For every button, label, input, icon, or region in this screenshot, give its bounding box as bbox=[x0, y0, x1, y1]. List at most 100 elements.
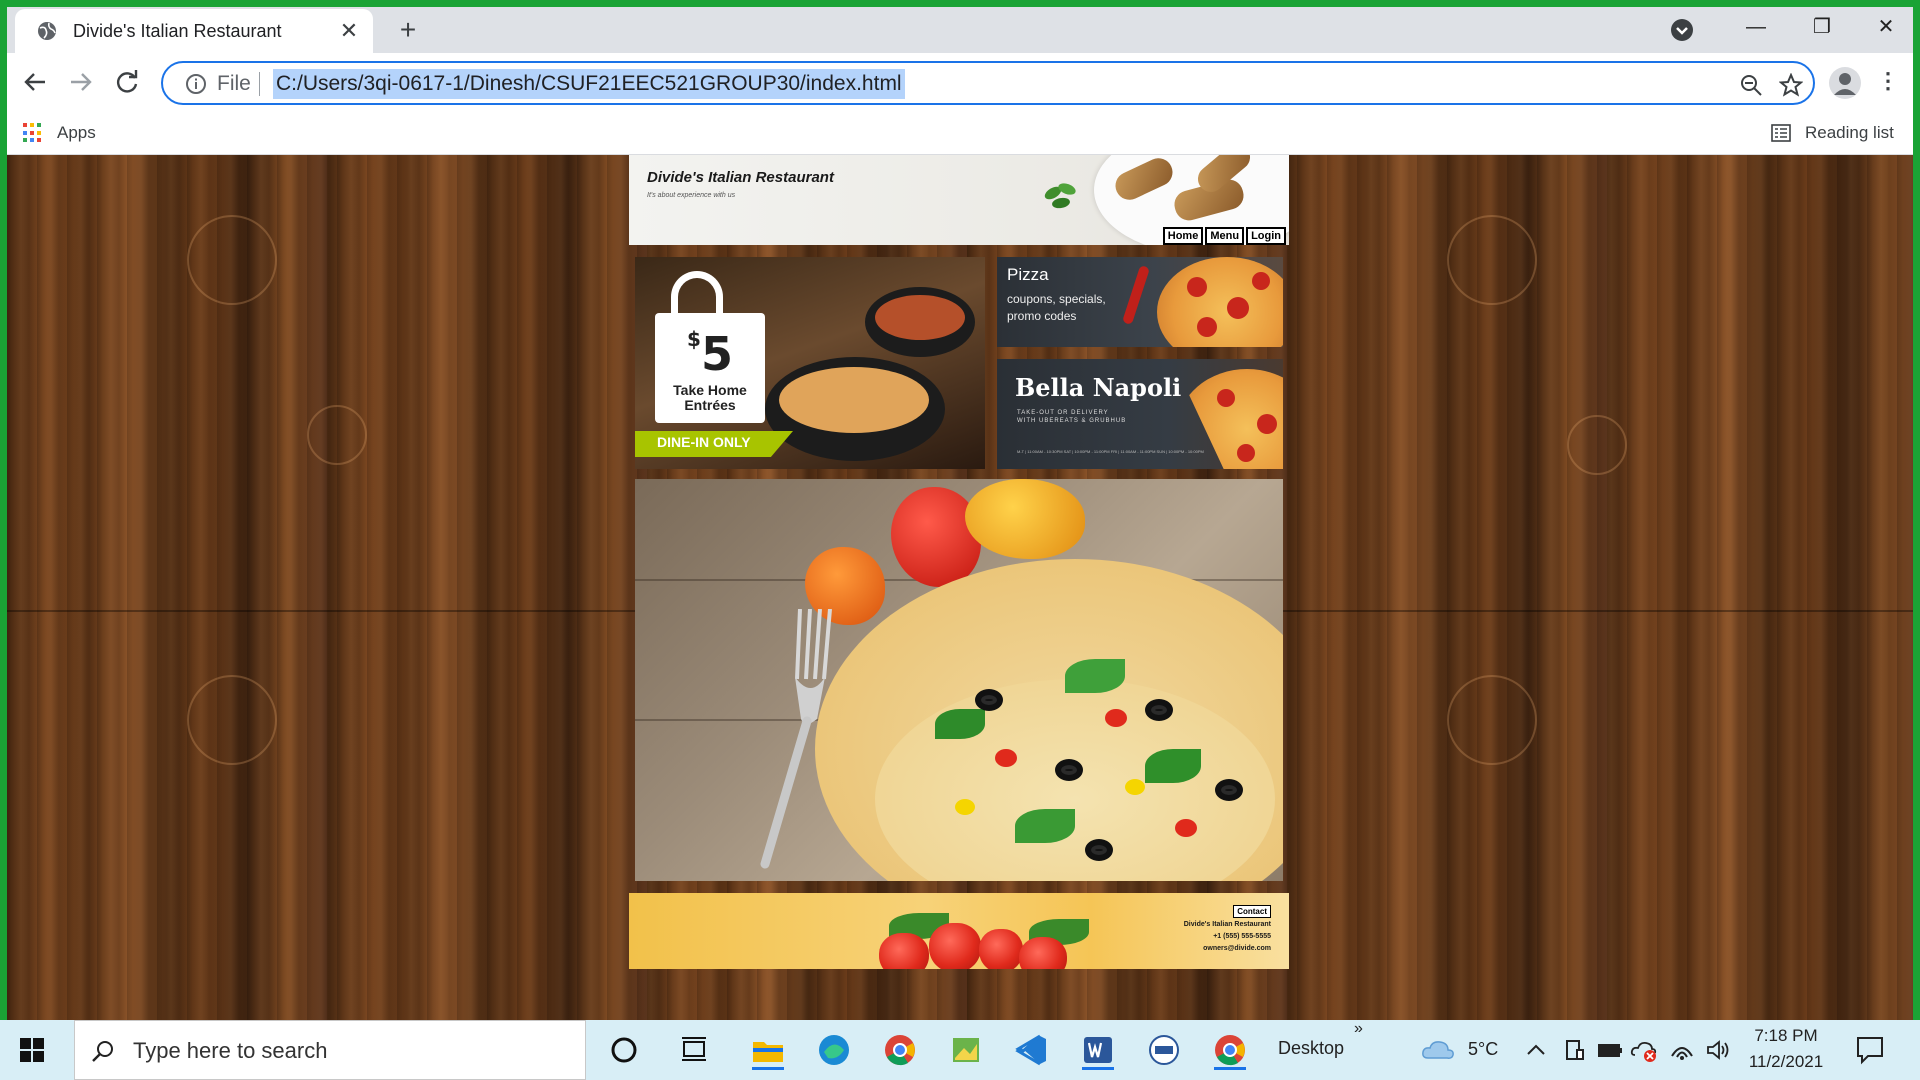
site-info-icon[interactable] bbox=[185, 73, 207, 95]
nav-login-link[interactable]: Login bbox=[1246, 227, 1286, 245]
take-home-promo[interactable]: $5 Take Home Entrées DINE-IN ONLY bbox=[635, 257, 985, 469]
minimize-button[interactable]: — bbox=[1731, 11, 1781, 43]
taskbar-search-box[interactable]: Type here to search bbox=[74, 1020, 586, 1080]
clock-date[interactable]: 11/2/2021 bbox=[1744, 1052, 1828, 1072]
chrome-active-icon[interactable] bbox=[1210, 1030, 1250, 1070]
bookmarks-bar: Apps Reading list bbox=[7, 111, 1913, 155]
tab-close-icon[interactable]: ✕ bbox=[337, 19, 361, 43]
fork-graphic bbox=[760, 609, 832, 869]
device-icon[interactable] bbox=[1560, 1036, 1588, 1064]
edge-icon[interactable] bbox=[814, 1030, 854, 1070]
reload-icon[interactable] bbox=[113, 68, 141, 96]
background-doodle bbox=[187, 675, 277, 765]
page-viewport: Divide's Italian Restaurant It's about e… bbox=[7, 155, 1913, 1020]
pizza-promo-title: Pizza bbox=[1007, 265, 1049, 284]
weather-cloud-icon[interactable] bbox=[1420, 1032, 1456, 1068]
pepperoni bbox=[1237, 444, 1255, 462]
background-doodle bbox=[1567, 415, 1627, 475]
profile-avatar-icon[interactable] bbox=[1829, 67, 1861, 99]
black-olive bbox=[1055, 759, 1083, 781]
show-hidden-icons-icon[interactable] bbox=[1522, 1036, 1550, 1064]
restaurant-site: Divide's Italian Restaurant It's about e… bbox=[629, 155, 1289, 975]
browser-menu-icon[interactable]: ⋮ bbox=[1877, 65, 1899, 97]
active-indicator bbox=[752, 1067, 784, 1070]
background-doodle bbox=[1447, 675, 1537, 765]
wifi-icon[interactable] bbox=[1668, 1036, 1696, 1064]
windows-taskbar: Type here to search Desktop » 5°C 7:18 P… bbox=[0, 1020, 1920, 1080]
chrome-icon[interactable] bbox=[880, 1030, 920, 1070]
forward-arrow-icon[interactable] bbox=[67, 68, 95, 96]
bookmark-star-icon[interactable] bbox=[1779, 73, 1803, 97]
new-tab-button[interactable]: + bbox=[393, 15, 423, 45]
pasta-bowl bbox=[765, 357, 945, 461]
red-pepper-piece bbox=[1175, 819, 1197, 837]
footer-restaurant-name: Divide's Italian Restaurant bbox=[1183, 921, 1271, 928]
contact-button[interactable]: Contact bbox=[1233, 905, 1271, 918]
strawberry bbox=[929, 923, 981, 969]
basil-leaf bbox=[1015, 809, 1075, 843]
pepperoni bbox=[1217, 389, 1235, 407]
take-home-bag: $5 Take Home Entrées bbox=[655, 313, 765, 423]
basil-leaf bbox=[935, 709, 985, 739]
bella-napoli-hours: M-T | 11:00AM - 10:30PM SAT | 10:00PM - … bbox=[1017, 449, 1204, 454]
price-symbol: $ bbox=[687, 327, 701, 351]
windows-start-icon[interactable] bbox=[20, 1038, 44, 1062]
toolbar-chevron-icon[interactable]: » bbox=[1354, 1020, 1363, 1038]
url-text[interactable]: C:/Users/3qi-0617-1/Dinesh/CSUF21EEC521G… bbox=[273, 69, 905, 99]
pepperoni bbox=[1197, 317, 1217, 337]
restore-button[interactable]: ❐ bbox=[1797, 11, 1847, 43]
file-explorer-icon[interactable] bbox=[748, 1030, 788, 1070]
browser-window: Divide's Italian Restaurant ✕ + — ❐ ✕ Fi… bbox=[7, 7, 1913, 1020]
notification-center-icon[interactable] bbox=[1854, 1034, 1886, 1066]
bella-napoli-promo[interactable]: Bella Napoli TAKE-OUT OR DELIVERY WITH U… bbox=[997, 359, 1283, 469]
site-nav: Home Menu Login bbox=[1162, 227, 1286, 245]
volume-icon[interactable] bbox=[1704, 1036, 1732, 1064]
image-app-icon[interactable] bbox=[946, 1030, 986, 1070]
pizza-slice-graphic bbox=[1177, 369, 1283, 469]
strawberry bbox=[979, 929, 1023, 969]
apps-grid-icon[interactable] bbox=[23, 123, 43, 143]
address-bar[interactable]: File C:/Users/3qi-0617-1/Dinesh/CSUF21EE… bbox=[161, 61, 1815, 105]
clock-time[interactable]: 7:18 PM bbox=[1744, 1026, 1828, 1046]
browser-toolbar: File C:/Users/3qi-0617-1/Dinesh/CSUF21EE… bbox=[7, 53, 1913, 111]
weather-temperature[interactable]: 5°C bbox=[1468, 1039, 1498, 1060]
desktop-toolbar-label[interactable]: Desktop bbox=[1278, 1038, 1344, 1059]
back-arrow-icon[interactable] bbox=[21, 68, 49, 96]
pepperoni bbox=[1257, 414, 1277, 434]
tab-search-icon[interactable] bbox=[1669, 17, 1695, 43]
site-footer: Contact Divide's Italian Restaurant +1 (… bbox=[629, 893, 1289, 969]
background-doodle bbox=[307, 405, 367, 465]
globe-icon bbox=[38, 22, 56, 40]
reading-list-link[interactable]: Reading list bbox=[1805, 123, 1894, 143]
bella-napoli-subtitle: TAKE-OUT OR DELIVERY WITH UBEREATS & GRU… bbox=[1017, 410, 1127, 424]
zoom-icon[interactable] bbox=[1739, 73, 1763, 97]
pepperoni bbox=[1252, 272, 1270, 290]
dine-in-banner: DINE-IN ONLY bbox=[635, 431, 793, 457]
cop-app-icon[interactable] bbox=[1144, 1030, 1184, 1070]
scheme-label: File bbox=[217, 72, 251, 95]
battery-icon[interactable] bbox=[1596, 1036, 1624, 1064]
word-icon[interactable] bbox=[1078, 1030, 1118, 1070]
vscode-icon[interactable] bbox=[1012, 1030, 1052, 1070]
bella-napoli-title: Bella Napoli bbox=[1015, 373, 1182, 402]
nav-menu-link[interactable]: Menu bbox=[1205, 227, 1245, 245]
cortana-icon[interactable] bbox=[604, 1030, 644, 1070]
pepperoni bbox=[1227, 297, 1249, 319]
task-view-icon[interactable] bbox=[674, 1030, 714, 1070]
yellow-bell-pepper bbox=[965, 479, 1085, 559]
black-olive bbox=[975, 689, 1003, 711]
close-window-button[interactable]: ✕ bbox=[1861, 11, 1911, 43]
take-home-line2: Entrées bbox=[684, 397, 736, 413]
pizza-coupons-promo[interactable]: Pizza coupons, specials, promo codes bbox=[997, 257, 1283, 347]
dine-in-text: DINE-IN ONLY bbox=[657, 434, 751, 450]
bruschetta-piece bbox=[1110, 155, 1178, 205]
nav-home-link[interactable]: Home bbox=[1162, 227, 1204, 245]
active-indicator bbox=[1082, 1067, 1114, 1070]
background-doodle bbox=[187, 215, 277, 305]
black-olive bbox=[1215, 779, 1243, 801]
reading-list-icon[interactable] bbox=[1771, 123, 1791, 143]
background-doodle bbox=[1447, 215, 1537, 305]
apps-link[interactable]: Apps bbox=[57, 123, 96, 143]
browser-tab[interactable]: Divide's Italian Restaurant ✕ bbox=[15, 9, 373, 53]
onedrive-error-icon[interactable] bbox=[1630, 1036, 1658, 1064]
